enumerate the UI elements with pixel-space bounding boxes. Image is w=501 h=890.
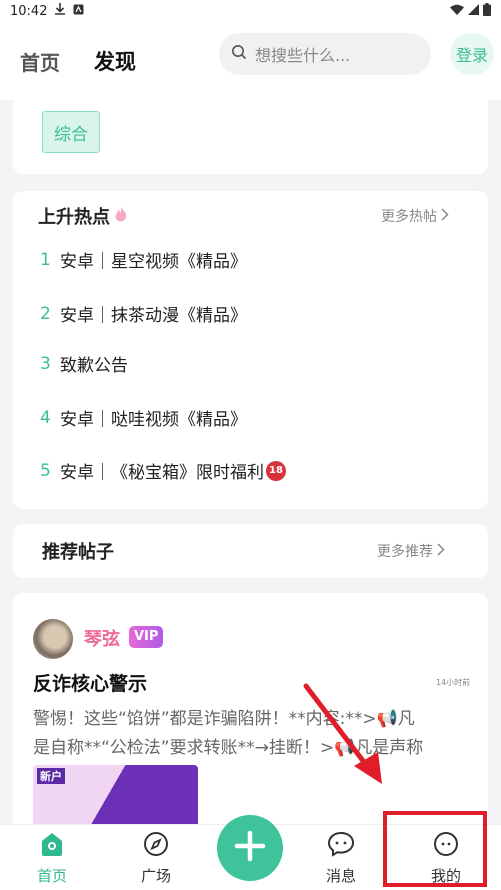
post-title[interactable]: 反诈核心警示 bbox=[33, 669, 147, 696]
search-placeholder: 想搜些什么... bbox=[255, 46, 351, 65]
nav-home-label: 首页 bbox=[36, 867, 67, 885]
hot-flame-icon bbox=[114, 206, 128, 227]
plus-icon bbox=[234, 830, 266, 866]
more-recommend-label: 更多推荐 bbox=[377, 544, 433, 560]
battery-icon bbox=[483, 2, 491, 20]
hot-item[interactable]: 2 安卓｜抹茶动漫《精品》 bbox=[40, 301, 247, 327]
hot-item[interactable]: 3 致歉公告 bbox=[40, 351, 128, 377]
nav-square[interactable]: 广场 bbox=[126, 831, 186, 886]
status-time: 10:42 bbox=[10, 3, 48, 19]
more-hot-label: 更多热帖 bbox=[381, 209, 437, 225]
hot-item-text: 安卓｜哒哇视频《精品》 bbox=[60, 410, 247, 430]
nav-square-label: 广场 bbox=[140, 867, 171, 885]
hot-item-text: 致歉公告 bbox=[60, 356, 128, 376]
login-button[interactable]: 登录 bbox=[450, 33, 494, 75]
highlight-box bbox=[383, 811, 487, 887]
status-bar: 10:42 bbox=[0, 0, 501, 22]
app-notification-icon bbox=[73, 4, 84, 19]
chevron-right-icon bbox=[441, 207, 449, 225]
hot-item-text: 安卓｜《秘宝箱》限时福利 bbox=[60, 463, 264, 483]
hot-rank: 3 bbox=[40, 353, 51, 374]
compass-icon bbox=[143, 831, 169, 861]
create-post-button[interactable] bbox=[217, 815, 283, 881]
post-time: 14小时前 bbox=[436, 678, 471, 687]
hot-topics-title-text: 上升热点 bbox=[38, 207, 110, 228]
search-bar[interactable]: 想搜些什么... bbox=[219, 33, 431, 75]
nav-home[interactable]: 首页 bbox=[22, 831, 82, 886]
nav-messages[interactable]: 消息 bbox=[311, 831, 371, 886]
hot-item[interactable]: 5 安卓｜《秘宝箱》限时福利 18 bbox=[40, 458, 286, 483]
recommend-card: 推荐帖子 更多推荐 bbox=[13, 524, 488, 578]
age-18-badge: 18 bbox=[266, 460, 286, 481]
hot-topics-card: 上升热点 更多热帖 1 安卓｜星空视频《精品》 2 安卓｜抹茶动漫《精品》 3 … bbox=[13, 191, 488, 509]
hot-item-text: 安卓｜抹茶动漫《精品》 bbox=[60, 306, 247, 326]
hot-rank: 1 bbox=[40, 249, 51, 270]
hot-topics-title: 上升热点 bbox=[38, 203, 128, 229]
hot-item[interactable]: 4 安卓｜哒哇视频《精品》 bbox=[40, 405, 247, 431]
hot-item-text: 安卓｜星空视频《精品》 bbox=[60, 252, 247, 272]
post-thumbnail[interactable]: 新户 bbox=[33, 765, 198, 833]
recommend-title: 推荐帖子 bbox=[42, 542, 114, 563]
top-header: 首页 发现 想搜些什么... 登录 bbox=[0, 22, 501, 100]
more-recommend-link[interactable]: 更多推荐 bbox=[377, 541, 445, 561]
thumbnail-text: 新户 bbox=[37, 768, 65, 784]
message-icon bbox=[327, 831, 355, 861]
avatar[interactable] bbox=[33, 619, 73, 659]
download-icon bbox=[55, 3, 66, 19]
category-tag-all[interactable]: 综合 bbox=[42, 111, 100, 153]
hot-item[interactable]: 1 安卓｜星空视频《精品》 bbox=[40, 247, 247, 273]
chevron-right-icon bbox=[437, 542, 445, 560]
tab-discover[interactable]: 发现 bbox=[92, 46, 138, 76]
more-hot-link[interactable]: 更多热帖 bbox=[381, 206, 449, 226]
category-card: 综合 bbox=[13, 100, 488, 174]
nav-messages-label: 消息 bbox=[325, 867, 356, 885]
post-body: 警惕！这些“馅饼”都是诈骗陷阱！**内容:**>📢凡 是自称**“公检法”要求转… bbox=[33, 705, 473, 763]
hot-rank: 5 bbox=[40, 460, 51, 481]
home-icon bbox=[38, 831, 66, 861]
post-username[interactable]: 琴弦 bbox=[84, 625, 120, 651]
search-icon bbox=[231, 44, 247, 64]
hot-rank: 2 bbox=[40, 303, 51, 324]
signal-icon bbox=[468, 3, 479, 19]
post-card[interactable]: 琴弦 VIP 反诈核心警示 14小时前 警惕！这些“馅饼”都是诈骗陷阱！**内容… bbox=[13, 593, 488, 833]
hot-rank: 4 bbox=[40, 407, 51, 428]
tab-home[interactable]: 首页 bbox=[20, 47, 60, 76]
wifi-icon bbox=[450, 4, 464, 19]
annotation-arrow bbox=[303, 683, 382, 784]
post-body-line: 是自称**“公检法”要求转账**→挂断！>📢凡是声称 bbox=[33, 738, 424, 758]
vip-badge: VIP bbox=[129, 626, 164, 648]
post-body-line: 警惕！这些“馅饼”都是诈骗陷阱！**内容:**>📢凡 bbox=[33, 709, 415, 729]
